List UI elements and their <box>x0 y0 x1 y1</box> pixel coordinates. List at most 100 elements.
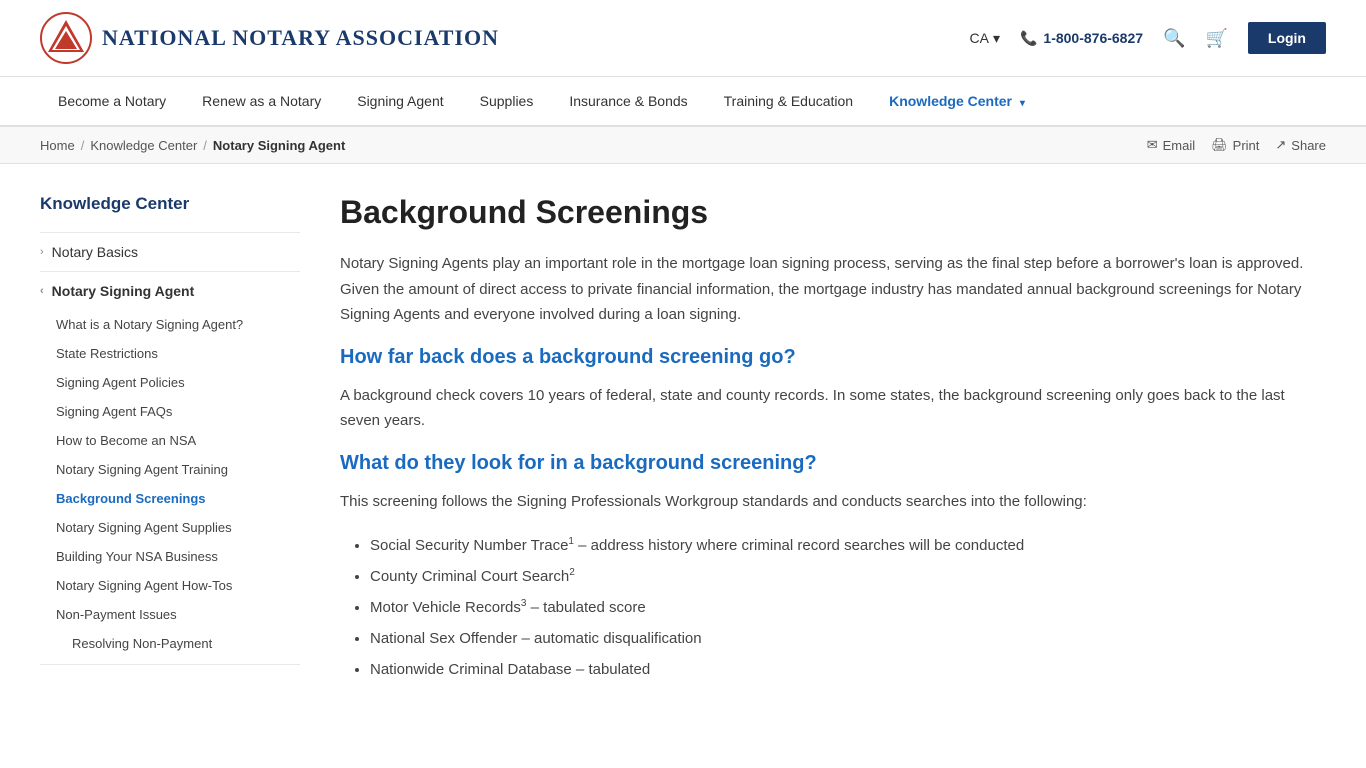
phone-link[interactable]: 📞 1-800-876-6827 <box>1020 30 1143 47</box>
nav-item-knowledge[interactable]: Knowledge Center ▾ <box>871 77 1043 125</box>
sidebar-sub-link-signing-policies[interactable]: Signing Agent Policies <box>56 368 300 397</box>
share-action[interactable]: ↗ Share <box>1275 137 1326 153</box>
section-1-body: A background check covers 10 years of fe… <box>340 383 1326 434</box>
sidebar-sub-link-non-payment[interactable]: Non-Payment Issues <box>56 600 300 629</box>
sidebar-link-notary-signing-agent[interactable]: ‹ Notary Signing Agent <box>40 272 300 310</box>
list-item-nationwide-criminal: Nationwide Criminal Database – tabulated <box>370 656 1326 683</box>
logo-area: National Notary Association <box>40 12 499 64</box>
sidebar-sub-item-how-tos[interactable]: Notary Signing Agent How-Tos <box>56 571 300 600</box>
sidebar-sub-link-building-business[interactable]: Building Your NSA Business <box>56 542 300 571</box>
list-item-sex-offender-text: National Sex Offender – automatic disqua… <box>370 630 702 647</box>
sidebar-sub-link-what-is[interactable]: What is a Notary Signing Agent? <box>56 310 300 339</box>
nav-link-insurance[interactable]: Insurance & Bonds <box>551 77 705 125</box>
sidebar-sub-link-how-to-nsa[interactable]: How to Become an NSA <box>56 426 300 455</box>
list-item-motor-text: Motor Vehicle Records3 – tabulated score <box>370 599 646 616</box>
nav-link-knowledge[interactable]: Knowledge Center ▾ <box>871 77 1043 125</box>
article-body: Notary Signing Agents play an important … <box>340 251 1326 683</box>
sidebar-sub-item-signing-policies[interactable]: Signing Agent Policies <box>56 368 300 397</box>
region-label: CA <box>969 30 988 46</box>
screening-list: Social Security Number Trace1 – address … <box>340 532 1326 683</box>
breadcrumb-current: Notary Signing Agent <box>213 138 345 153</box>
sidebar-title: Knowledge Center <box>40 194 300 214</box>
header-right: CA ▾ 📞 1-800-876-6827 🔍 🛒 Login <box>969 22 1326 54</box>
sidebar: Knowledge Center › Notary Basics ‹ Notar… <box>40 194 300 699</box>
sidebar-item-notary-signing-agent[interactable]: ‹ Notary Signing Agent What is a Notary … <box>40 271 300 665</box>
sidebar-sub-nav: What is a Notary Signing Agent? State Re… <box>40 310 300 664</box>
email-icon: ✉ <box>1147 137 1158 153</box>
sidebar-sub-link-training[interactable]: Notary Signing Agent Training <box>56 455 300 484</box>
sidebar-link-notary-basics[interactable]: › Notary Basics <box>40 233 300 271</box>
list-item-county-text: County Criminal Court Search2 <box>370 568 575 585</box>
sidebar-sub-item-background[interactable]: Background Screenings <box>56 484 300 513</box>
nav-link-become-notary[interactable]: Become a Notary <box>40 77 184 125</box>
sidebar-sub-link-how-tos[interactable]: Notary Signing Agent How-Tos <box>56 571 300 600</box>
sidebar-sub-link-background[interactable]: Background Screenings <box>56 484 300 513</box>
knowledge-chevron-icon: ▾ <box>1020 98 1025 109</box>
sidebar-sub-item-non-payment[interactable]: Non-Payment Issues <box>56 600 300 629</box>
share-label: Share <box>1291 138 1326 153</box>
nav-link-renew[interactable]: Renew as a Notary <box>184 77 339 125</box>
email-action[interactable]: ✉ Email <box>1147 137 1195 153</box>
nav-link-training[interactable]: Training & Education <box>706 77 871 125</box>
sidebar-sub-link-supplies[interactable]: Notary Signing Agent Supplies <box>56 513 300 542</box>
article-title: Background Screenings <box>340 194 1326 231</box>
main-nav: Become a Notary Renew as a Notary Signin… <box>0 77 1366 127</box>
sidebar-sub-link-state-restrictions[interactable]: State Restrictions <box>56 339 300 368</box>
breadcrumb-bar: Home / Knowledge Center / Notary Signing… <box>0 127 1366 164</box>
sidebar-nav: › Notary Basics ‹ Notary Signing Agent W… <box>40 232 300 665</box>
list-item-sex-offender: National Sex Offender – automatic disqua… <box>370 625 1326 652</box>
share-icon: ↗ <box>1275 137 1286 153</box>
nav-item-supplies[interactable]: Supplies <box>462 77 552 125</box>
breadcrumb-actions: ✉ Email 🖨 Print ↗ Share <box>1147 137 1326 153</box>
section-2-body: This screening follows the Signing Profe… <box>340 489 1326 515</box>
nav-item-training[interactable]: Training & Education <box>706 77 871 125</box>
list-item-ssn: Social Security Number Trace1 – address … <box>370 532 1326 559</box>
list-item-ssn-text: Social Security Number Trace1 – address … <box>370 537 1024 554</box>
section-1-heading: How far back does a background screening… <box>340 346 1326 369</box>
sidebar-sub-item-training[interactable]: Notary Signing Agent Training <box>56 455 300 484</box>
sidebar-sub-item-how-to-nsa[interactable]: How to Become an NSA <box>56 426 300 455</box>
sidebar-item-notary-basics[interactable]: › Notary Basics <box>40 232 300 271</box>
sidebar-sub-item-supplies[interactable]: Notary Signing Agent Supplies <box>56 513 300 542</box>
breadcrumb-home[interactable]: Home <box>40 138 75 153</box>
region-chevron-icon: ▾ <box>993 30 1000 47</box>
email-label: Email <box>1163 138 1196 153</box>
print-action[interactable]: 🖨 Print <box>1211 137 1259 153</box>
cart-button[interactable]: 🛒 <box>1205 28 1227 49</box>
breadcrumb-separator-1: / <box>81 138 85 153</box>
print-icon: 🖨 <box>1211 137 1228 153</box>
print-label: Print <box>1233 138 1260 153</box>
sidebar-sub-item-signing-faqs[interactable]: Signing Agent FAQs <box>56 397 300 426</box>
nav-item-signing-agent[interactable]: Signing Agent <box>339 77 461 125</box>
nav-item-become-notary[interactable]: Become a Notary <box>40 77 184 125</box>
article-intro: Notary Signing Agents play an important … <box>340 251 1326 328</box>
notary-basics-chevron-icon: › <box>40 246 44 258</box>
page-layout: Knowledge Center › Notary Basics ‹ Notar… <box>0 164 1366 729</box>
nav-item-insurance[interactable]: Insurance & Bonds <box>551 77 705 125</box>
nav-link-signing-agent[interactable]: Signing Agent <box>339 77 461 125</box>
sidebar-sub-item-building-business[interactable]: Building Your NSA Business <box>56 542 300 571</box>
login-button[interactable]: Login <box>1248 22 1326 54</box>
nav-link-supplies[interactable]: Supplies <box>462 77 552 125</box>
notary-signing-agent-label: Notary Signing Agent <box>52 283 195 299</box>
notary-basics-label: Notary Basics <box>52 244 138 260</box>
site-header: National Notary Association CA ▾ 📞 1-800… <box>0 0 1366 77</box>
sidebar-sub-link-signing-faqs[interactable]: Signing Agent FAQs <box>56 397 300 426</box>
nna-logo-icon[interactable] <box>40 12 92 64</box>
notary-signing-agent-chevron-icon: ‹ <box>40 285 44 297</box>
list-item-nationwide-text: Nationwide Criminal Database – tabulated <box>370 661 650 678</box>
region-selector[interactable]: CA ▾ <box>969 30 999 47</box>
list-item-motor-vehicle: Motor Vehicle Records3 – tabulated score <box>370 594 1326 621</box>
section-2-heading: What do they look for in a background sc… <box>340 452 1326 475</box>
breadcrumb-knowledge-center[interactable]: Knowledge Center <box>90 138 197 153</box>
sidebar-sub-sub-link-resolving[interactable]: Resolving Non-Payment <box>72 629 300 658</box>
phone-icon: 📞 <box>1020 30 1037 47</box>
sidebar-sub-item-state-restrictions[interactable]: State Restrictions <box>56 339 300 368</box>
sidebar-sub-item-what-is[interactable]: What is a Notary Signing Agent? <box>56 310 300 339</box>
search-button[interactable]: 🔍 <box>1163 28 1185 49</box>
breadcrumb: Home / Knowledge Center / Notary Signing… <box>40 138 345 153</box>
main-content: Background Screenings Notary Signing Age… <box>340 194 1326 699</box>
nav-item-renew[interactable]: Renew as a Notary <box>184 77 339 125</box>
list-item-county-criminal: County Criminal Court Search2 <box>370 563 1326 590</box>
sidebar-sub-sub-item-resolving[interactable]: Resolving Non-Payment <box>56 629 300 658</box>
